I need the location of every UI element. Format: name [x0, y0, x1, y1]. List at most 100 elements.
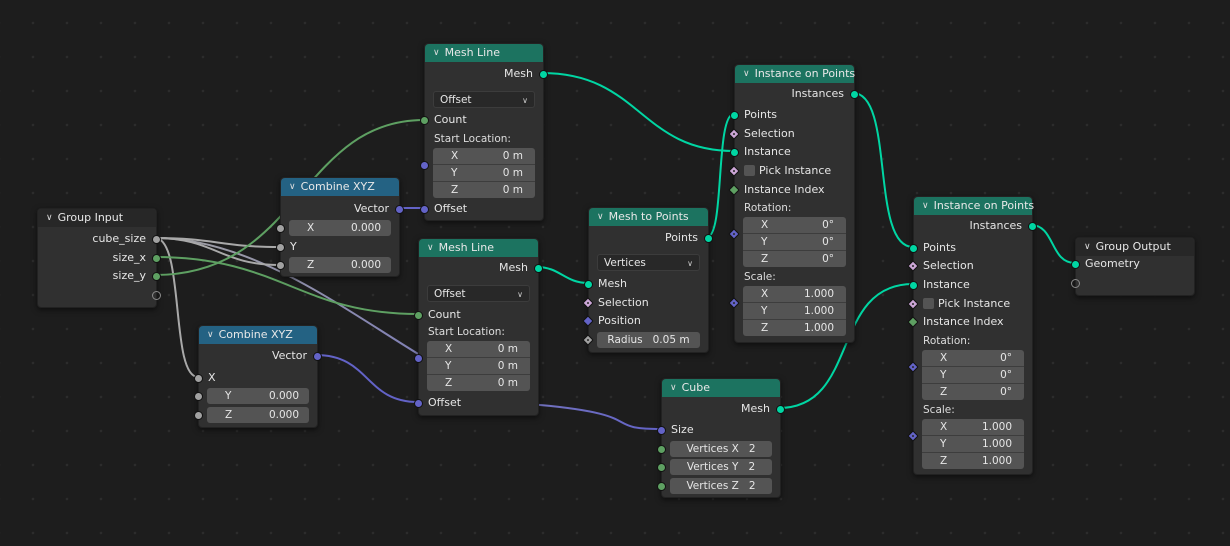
instance-on-points-node-1[interactable]: ∨ Instance on Points Instances Points Sel…: [728, 64, 859, 343]
combine-xyz-node-1[interactable]: ∨ Combine XYZ Vector X 0.000 Y Z 0.000: [276, 177, 404, 277]
group-output-node[interactable]: ∨ Group Output Geometry: [1071, 237, 1195, 296]
rotation-vector[interactable]: X 0° Y 0° Z 0°: [743, 217, 846, 267]
output-socket[interactable]: [395, 205, 404, 214]
input-socket[interactable]: [276, 243, 285, 252]
output-socket[interactable]: [534, 264, 543, 273]
output-socket[interactable]: [776, 405, 785, 414]
rotation-z[interactable]: Z 0°: [922, 384, 1024, 400]
start-location-socket[interactable]: [420, 161, 429, 170]
field-input-socket[interactable]: [907, 260, 919, 272]
output-socket[interactable]: [850, 90, 859, 99]
input-socket[interactable]: [1071, 260, 1080, 269]
empty-output-socket[interactable]: [152, 291, 161, 300]
scale-vector[interactable]: X 1.000 Y 1.000 Z 1.000: [922, 419, 1024, 469]
start-location-socket[interactable]: [414, 354, 423, 363]
field-input-socket[interactable]: [582, 315, 594, 327]
mode-dropdown[interactable]: Offset ∨: [427, 285, 530, 302]
input-socket[interactable]: [276, 261, 285, 270]
field-input-socket[interactable]: [728, 165, 740, 177]
vertices-x-field[interactable]: Vertices X2: [670, 441, 772, 457]
mesh-line-node-1[interactable]: ∨ Mesh Line Mesh Offset ∨ Count Start Loca…: [420, 43, 548, 221]
cube-header[interactable]: ∨ Cube: [662, 379, 780, 397]
input-socket[interactable]: [657, 445, 666, 454]
mesh-to-points-node[interactable]: ∨ Mesh to Points Points Vertices ∨ Mesh Se…: [582, 207, 713, 353]
input-socket[interactable]: [414, 311, 423, 320]
scale-z[interactable]: Z 1.000: [743, 320, 846, 336]
field-input-socket[interactable]: [728, 184, 740, 196]
output-socket[interactable]: [313, 352, 322, 361]
scale-x[interactable]: X 1.000: [922, 419, 1024, 436]
group-input-header[interactable]: ∨ Group Input: [38, 209, 156, 227]
input-socket[interactable]: [730, 111, 739, 120]
z-field[interactable]: Z 0.000: [289, 257, 391, 273]
chevron-down-icon[interactable]: ∨: [427, 239, 434, 257]
input-socket[interactable]: [414, 399, 423, 408]
input-socket[interactable]: [584, 280, 593, 289]
scale-y[interactable]: Y 1.000: [922, 436, 1024, 453]
chevron-down-icon[interactable]: ∨: [670, 379, 677, 397]
pick-instance-checkbox[interactable]: [923, 297, 934, 309]
output-socket[interactable]: [539, 70, 548, 79]
start-location-y[interactable]: Y0 m: [433, 165, 535, 182]
mode-dropdown[interactable]: Vertices ∨: [597, 254, 700, 271]
rotation-socket[interactable]: [728, 228, 740, 240]
input-socket[interactable]: [730, 148, 739, 157]
chevron-down-icon[interactable]: ∨: [1084, 238, 1091, 256]
cube-node[interactable]: ∨ Cube Mesh Size Vertices X2 Vertices Y2 …: [657, 378, 785, 498]
start-location-vector[interactable]: X0 m Y0 m Z0 m: [427, 341, 530, 391]
chevron-down-icon[interactable]: ∨: [207, 326, 214, 344]
input-socket[interactable]: [420, 116, 429, 125]
combine-xyz-header[interactable]: ∨ Combine XYZ: [281, 178, 399, 196]
rotation-vector[interactable]: X 0° Y 0° Z 0°: [922, 350, 1024, 400]
x-field[interactable]: X 0.000: [289, 220, 391, 236]
chevron-down-icon[interactable]: ∨: [597, 208, 604, 226]
combine-xyz-header[interactable]: ∨ Combine XYZ: [199, 326, 317, 344]
chevron-down-icon[interactable]: ∨: [743, 65, 750, 83]
start-location-x[interactable]: X0 m: [427, 341, 530, 358]
output-socket[interactable]: [704, 234, 713, 243]
input-socket[interactable]: [194, 374, 203, 383]
field-input-socket[interactable]: [582, 297, 594, 309]
pick-instance-checkbox[interactable]: [744, 164, 755, 176]
input-socket[interactable]: [657, 482, 666, 491]
input-socket[interactable]: [909, 281, 918, 290]
scale-socket[interactable]: [728, 297, 740, 309]
scale-z[interactable]: Z 1.000: [922, 453, 1024, 469]
mesh-line-header[interactable]: ∨ Mesh Line: [419, 239, 538, 257]
rotation-x[interactable]: X 0°: [743, 217, 846, 234]
scale-socket[interactable]: [907, 430, 919, 442]
input-socket[interactable]: [909, 244, 918, 253]
y-field[interactable]: Y 0.000: [207, 388, 309, 404]
start-location-z[interactable]: Z0 m: [427, 375, 530, 391]
vertices-y-field[interactable]: Vertices Y2: [670, 459, 772, 475]
rotation-y[interactable]: Y 0°: [743, 234, 846, 251]
chevron-down-icon[interactable]: ∨: [46, 209, 53, 227]
rotation-x[interactable]: X 0°: [922, 350, 1024, 367]
start-location-x[interactable]: X0 m: [433, 148, 535, 165]
start-location-y[interactable]: Y0 m: [427, 358, 530, 375]
group-output-header[interactable]: ∨ Group Output: [1076, 238, 1194, 256]
scale-x[interactable]: X 1.000: [743, 286, 846, 303]
z-field[interactable]: Z 0.000: [207, 407, 309, 423]
radius-field[interactable]: Radius 0.05 m: [597, 332, 700, 348]
input-socket[interactable]: [194, 392, 203, 401]
mesh-line-header[interactable]: ∨ Mesh Line: [425, 44, 543, 62]
input-socket[interactable]: [194, 411, 203, 420]
output-socket[interactable]: [152, 254, 161, 263]
instance-on-points-header[interactable]: ∨ Instance on Points: [914, 197, 1034, 215]
output-socket[interactable]: [152, 235, 161, 244]
output-socket[interactable]: [1028, 222, 1037, 231]
start-location-vector[interactable]: X0 m Y0 m Z0 m: [433, 148, 535, 198]
field-input-socket[interactable]: [907, 316, 919, 328]
instance-on-points-node-2[interactable]: ∨ Instance on Points Instances Points Sel…: [907, 196, 1037, 475]
mode-dropdown[interactable]: Offset ∨: [433, 91, 535, 108]
rotation-y[interactable]: Y 0°: [922, 367, 1024, 384]
scale-vector[interactable]: X 1.000 Y 1.000 Z 1.000: [743, 286, 846, 336]
field-input-socket[interactable]: [907, 298, 919, 310]
group-input-node[interactable]: ∨ Group Input cube_size size_x size_y: [37, 208, 161, 308]
combine-xyz-node-2[interactable]: ∨ Combine XYZ Vector X Y 0.000 Z 0.000: [194, 325, 322, 428]
rotation-socket[interactable]: [907, 361, 919, 373]
input-socket[interactable]: [657, 426, 666, 435]
mesh-line-node-2[interactable]: ∨ Mesh Line Mesh Offset ∨ Count Start Loca…: [414, 238, 543, 416]
chevron-down-icon[interactable]: ∨: [433, 44, 440, 62]
